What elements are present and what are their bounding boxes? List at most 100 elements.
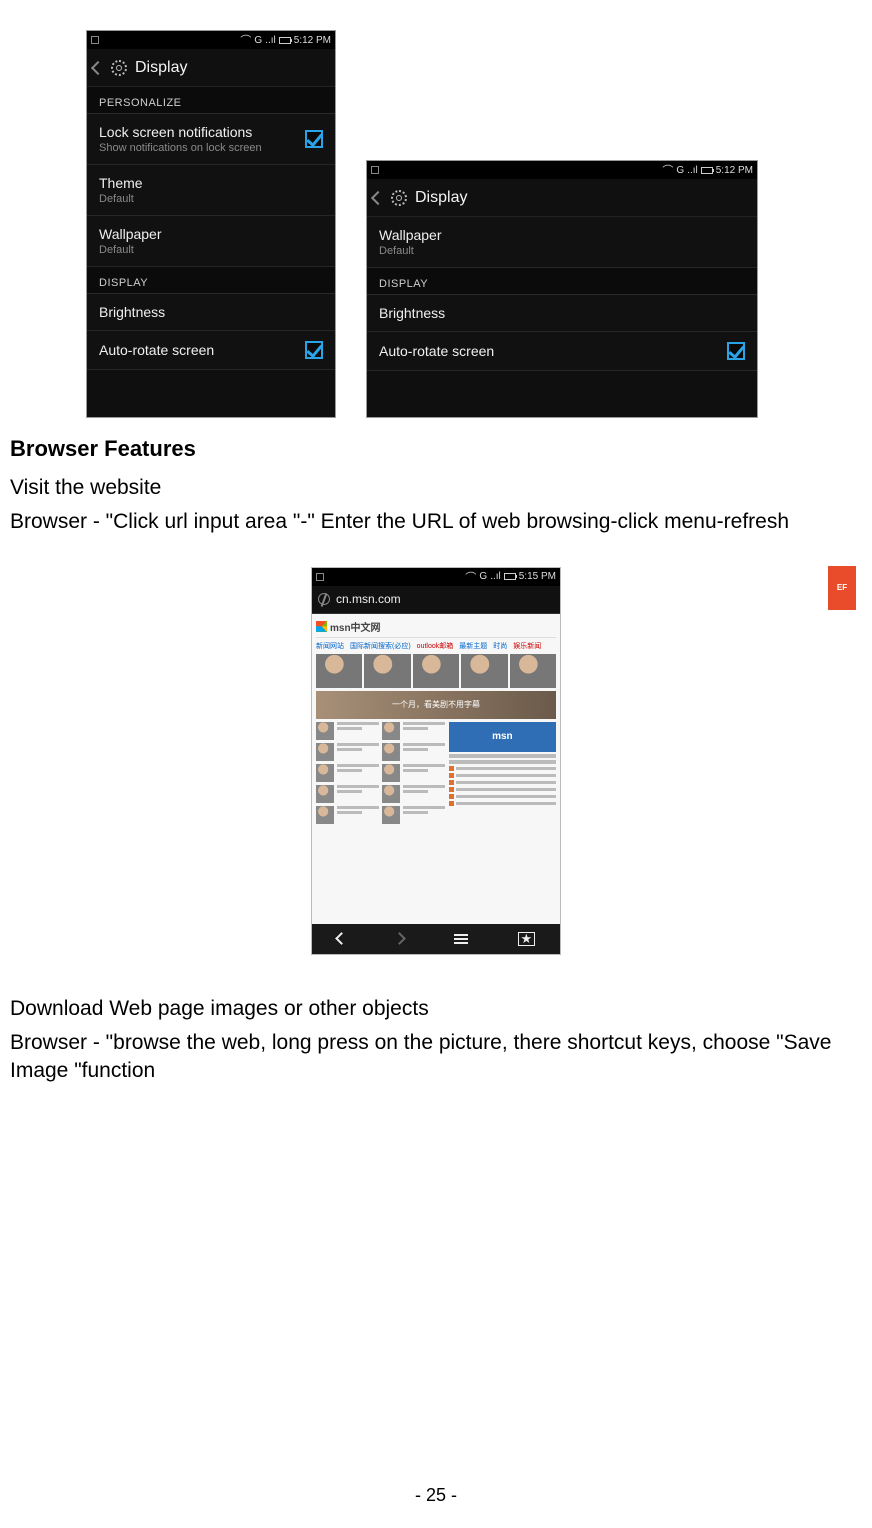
row-label: Wallpaper	[379, 227, 442, 243]
nav-link[interactable]: outlook邮箱	[417, 641, 454, 651]
notification-icon	[371, 166, 379, 174]
signal-label: G	[676, 165, 684, 176]
notification-icon	[91, 36, 99, 44]
bullet-icon	[449, 801, 454, 806]
row-sublabel: Default	[379, 245, 442, 257]
thumbnail[interactable]	[510, 654, 556, 688]
browser-screenshot: G ..ıl 5:15 PM cn.msn.com msn中文网 新闻网站 国际…	[311, 567, 561, 955]
wifi-icon	[465, 569, 476, 585]
signal-label: G	[254, 35, 262, 46]
para-save-image: Browser - "browse the web, long press on…	[10, 1029, 862, 1086]
col-right: msn	[449, 722, 556, 924]
nav-back-icon[interactable]	[335, 932, 348, 945]
row-theme[interactable]: Theme Default	[87, 165, 335, 216]
para-download: Download Web page images or other object…	[10, 995, 862, 1023]
row-label: Lock screen notifications	[99, 124, 262, 140]
section-display: DISPLAY	[87, 267, 335, 294]
wifi-icon	[662, 162, 673, 178]
article-thumb[interactable]	[382, 743, 400, 761]
page-number: - 25 -	[0, 1485, 872, 1506]
battery-icon	[279, 37, 291, 44]
nav-link[interactable]: 时尚	[493, 641, 507, 651]
checkbox-lock[interactable]	[305, 130, 323, 148]
bullet-icon	[449, 780, 454, 785]
para-browser-url: Browser - "Click url input area "-" Ente…	[10, 508, 862, 536]
content-columns: msn	[316, 722, 556, 924]
article-thumb[interactable]	[382, 764, 400, 782]
nav-link[interactable]: 新闻网站	[316, 641, 344, 651]
row-lock-notifications[interactable]: Lock screen notifications Show notificat…	[87, 114, 335, 165]
bullet-icon	[449, 766, 454, 771]
clock: 5:12 PM	[716, 165, 753, 176]
wifi-icon	[240, 32, 251, 48]
msn-logo: msn中文网	[316, 618, 556, 638]
settings-screenshot-1: G ..ıl 5:12 PM Display PERSONALIZE Lock …	[86, 30, 336, 418]
msn-butterfly-icon	[316, 621, 327, 632]
nav-forward-icon[interactable]	[393, 932, 406, 945]
row-sublabel: Show notifications on lock screen	[99, 142, 262, 154]
section-personalize: PERSONALIZE	[87, 87, 335, 114]
nav-bookmark-icon[interactable]: ★	[518, 932, 536, 946]
article-thumb[interactable]	[382, 785, 400, 803]
gear-icon	[391, 190, 407, 206]
row-sublabel: Default	[99, 244, 162, 256]
nav-link[interactable]: 最新主题	[459, 641, 487, 651]
banner[interactable]: 一个月，看美剧不用字幕	[316, 691, 556, 719]
back-icon[interactable]	[91, 60, 105, 74]
row-autorotate[interactable]: Auto-rotate screen	[367, 332, 757, 371]
row-wallpaper[interactable]: Wallpaper Default	[87, 216, 335, 267]
row-label: Wallpaper	[99, 226, 162, 242]
nav-tabs-icon[interactable]	[454, 934, 468, 944]
article-thumb[interactable]	[316, 743, 334, 761]
thumbnail[interactable]	[413, 654, 459, 688]
back-icon[interactable]	[371, 190, 385, 204]
thumbnail-row	[316, 654, 556, 688]
checkbox-autorotate[interactable]	[727, 342, 745, 360]
titlebar: Display	[367, 179, 757, 217]
screen-title: Display	[415, 189, 467, 207]
checkbox-autorotate[interactable]	[305, 341, 323, 359]
row-wallpaper[interactable]: Wallpaper Default	[367, 217, 757, 268]
nav-link[interactable]: 国际新闻搜索(必应)	[350, 641, 411, 651]
row-label: Auto-rotate screen	[99, 342, 214, 358]
article-thumb[interactable]	[382, 806, 400, 824]
url-bar[interactable]: cn.msn.com	[312, 586, 560, 614]
article-thumb[interactable]	[316, 806, 334, 824]
row-label: Auto-rotate screen	[379, 343, 494, 359]
thumbnail[interactable]	[316, 654, 362, 688]
browser-bottombar: ★	[312, 924, 560, 954]
clock: 5:15 PM	[519, 571, 556, 582]
bullet-icon	[449, 787, 454, 792]
row-brightness[interactable]: Brightness	[87, 294, 335, 331]
signal-icon: ..ıl	[265, 35, 276, 46]
nav-link[interactable]: 娱乐新闻	[513, 641, 541, 651]
globe-icon	[318, 593, 330, 605]
titlebar: Display	[87, 49, 335, 87]
msn-logo-text: msn中文网	[330, 619, 381, 634]
row-label: Brightness	[379, 305, 445, 321]
row-autorotate[interactable]: Auto-rotate screen	[87, 331, 335, 370]
statusbar: G ..ıl 5:12 PM	[87, 31, 335, 49]
thumbnail[interactable]	[364, 654, 410, 688]
para-visit: Visit the website	[10, 474, 862, 502]
article-thumb[interactable]	[316, 722, 334, 740]
screenshots-row: G ..ıl 5:12 PM Display PERSONALIZE Lock …	[86, 30, 862, 418]
signal-icon: ..ıl	[490, 571, 501, 582]
article-thumb[interactable]	[316, 785, 334, 803]
bullet-icon	[449, 794, 454, 799]
statusbar: G ..ıl 5:12 PM	[367, 161, 757, 179]
msn-block[interactable]: msn	[449, 722, 556, 752]
article-thumb[interactable]	[316, 764, 334, 782]
row-brightness[interactable]: Brightness	[367, 295, 757, 332]
gear-icon	[111, 60, 127, 76]
section-display: DISPLAY	[367, 268, 757, 295]
row-label: Theme	[99, 175, 143, 191]
signal-label: G	[479, 571, 487, 582]
battery-icon	[701, 167, 713, 174]
thumbnail[interactable]	[461, 654, 507, 688]
heading-browser-features: Browser Features	[10, 436, 862, 462]
webpage-content[interactable]: msn中文网 新闻网站 国际新闻搜索(必应) outlook邮箱 最新主题 时尚…	[312, 614, 560, 924]
article-thumb[interactable]	[382, 722, 400, 740]
bullet-icon	[449, 773, 454, 778]
battery-icon	[504, 573, 516, 580]
